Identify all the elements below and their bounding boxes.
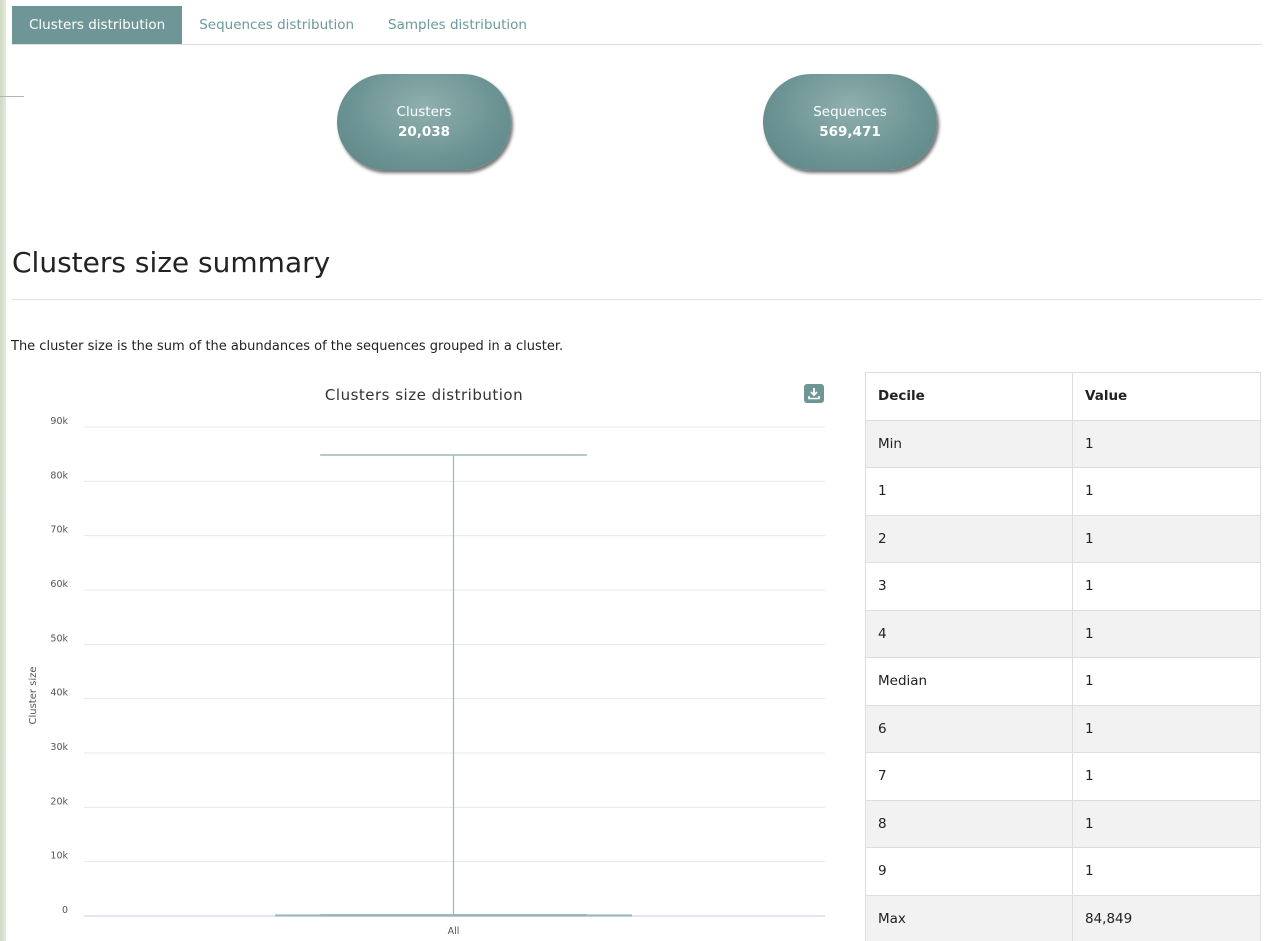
column-header-decile: Decile <box>865 372 1073 421</box>
decile-cell: 9 <box>865 847 1073 896</box>
y-tick-label: 40k <box>50 688 68 699</box>
clusters-count-badge: Clusters 20,038 <box>337 74 511 170</box>
section-title: Clusters size summary <box>12 246 331 279</box>
value-cell: 1 <box>1072 799 1261 848</box>
tab-sequences-distribution[interactable]: Sequences distribution <box>182 6 371 44</box>
y-tick-label: 90k <box>50 416 68 427</box>
y-tick-label: 20k <box>50 796 68 807</box>
chart-grid <box>84 426 825 917</box>
decile-cell: 4 <box>865 609 1073 658</box>
decile-cell: 1 <box>865 467 1073 516</box>
chart-svg: Clusters size distribution 0 10k 20k 30k 40k… <box>28 386 825 937</box>
tab-bar: Clusters distribution Sequences distribu… <box>12 6 1262 45</box>
table-row: Median 1 <box>865 657 1261 706</box>
tab-samples-distribution[interactable]: Samples distribution <box>371 6 544 44</box>
sequences-count-value: 569,471 <box>819 124 881 140</box>
y-tick-label: 50k <box>50 633 68 644</box>
y-axis-ticks: 0 10k 20k 30k 40k 50k 60k 70k 80k 90k <box>50 416 68 916</box>
table-row: 41 <box>865 609 1261 658</box>
decile-table-body: Min 1 1 1 2 1 3 1 4 1 Median 1 6 1 7 1 8 1 9 1 Max 84,849 <box>865 419 1261 941</box>
page-content: Clusters distribution Sequences distribu… <box>11 6 1262 941</box>
decile-cell: Min <box>865 419 1073 468</box>
x-tick-label: All <box>448 926 460 937</box>
decile-cell: 8 <box>865 799 1073 848</box>
value-cell: 1 <box>1072 419 1261 468</box>
value-cell: 1 <box>1072 467 1261 516</box>
left-divider <box>0 96 24 97</box>
table-row: 91 <box>865 847 1261 896</box>
value-cell: 1 <box>1072 704 1261 753</box>
value-cell: 1 <box>1072 657 1261 706</box>
y-tick-label: 70k <box>50 525 68 536</box>
section-description: The cluster size is the sum of the abund… <box>11 339 564 354</box>
decile-table: Decile Value Min 1 1 1 2 1 3 1 4 1 Median 1 6 1 7 1 8 1 9 1… <box>865 372 1261 941</box>
left-decoration-strip <box>0 0 6 941</box>
column-header-value: Value <box>1072 372 1261 421</box>
decile-cell: Median <box>865 657 1073 706</box>
value-cell: 1 <box>1072 562 1261 611</box>
x-axis-ticks: All <box>448 926 460 937</box>
table-header-row: Decile Value <box>865 372 1261 421</box>
value-cell: 1 <box>1072 752 1261 801</box>
table-row: 31 <box>865 562 1261 611</box>
y-tick-label: 0 <box>62 905 68 916</box>
download-icon <box>808 388 820 400</box>
y-axis-label: Cluster size <box>28 666 39 724</box>
table-row: 21 <box>865 514 1261 563</box>
clusters-count-label: Clusters <box>396 104 452 120</box>
y-tick-label: 10k <box>50 851 68 862</box>
download-chart-button[interactable] <box>804 384 824 403</box>
chart-title: Clusters size distribution <box>325 386 523 404</box>
decile-cell: 2 <box>865 514 1073 563</box>
decile-cell: 7 <box>865 752 1073 801</box>
boxplot-series <box>275 454 632 917</box>
value-cell: 1 <box>1072 514 1261 563</box>
cluster-size-chart: Clusters size distribution 0 10k 20k 30k 40k… <box>12 372 842 941</box>
decile-cell: Max <box>865 894 1073 941</box>
table-row: Max 84,849 <box>865 894 1261 941</box>
tab-clusters-distribution[interactable]: Clusters distribution <box>12 6 183 44</box>
table-row: 11 <box>865 467 1261 516</box>
value-cell: 1 <box>1072 609 1261 658</box>
sequences-count-badge: Sequences 569,471 <box>763 74 937 170</box>
y-tick-label: 30k <box>50 742 68 753</box>
table-row: 71 <box>865 752 1261 801</box>
decile-cell: 6 <box>865 704 1073 753</box>
sequences-count-label: Sequences <box>813 104 887 120</box>
clusters-count-value: 20,038 <box>397 124 451 140</box>
section-divider <box>12 299 1262 300</box>
value-cell: 84,849 <box>1072 894 1261 941</box>
value-cell: 1 <box>1072 847 1261 896</box>
decile-cell: 3 <box>865 562 1073 611</box>
table-row: 81 <box>865 799 1261 848</box>
table-row: 61 <box>865 704 1261 753</box>
y-tick-label: 80k <box>50 470 68 481</box>
table-row: Min 1 <box>865 419 1261 468</box>
y-tick-label: 60k <box>50 579 68 590</box>
